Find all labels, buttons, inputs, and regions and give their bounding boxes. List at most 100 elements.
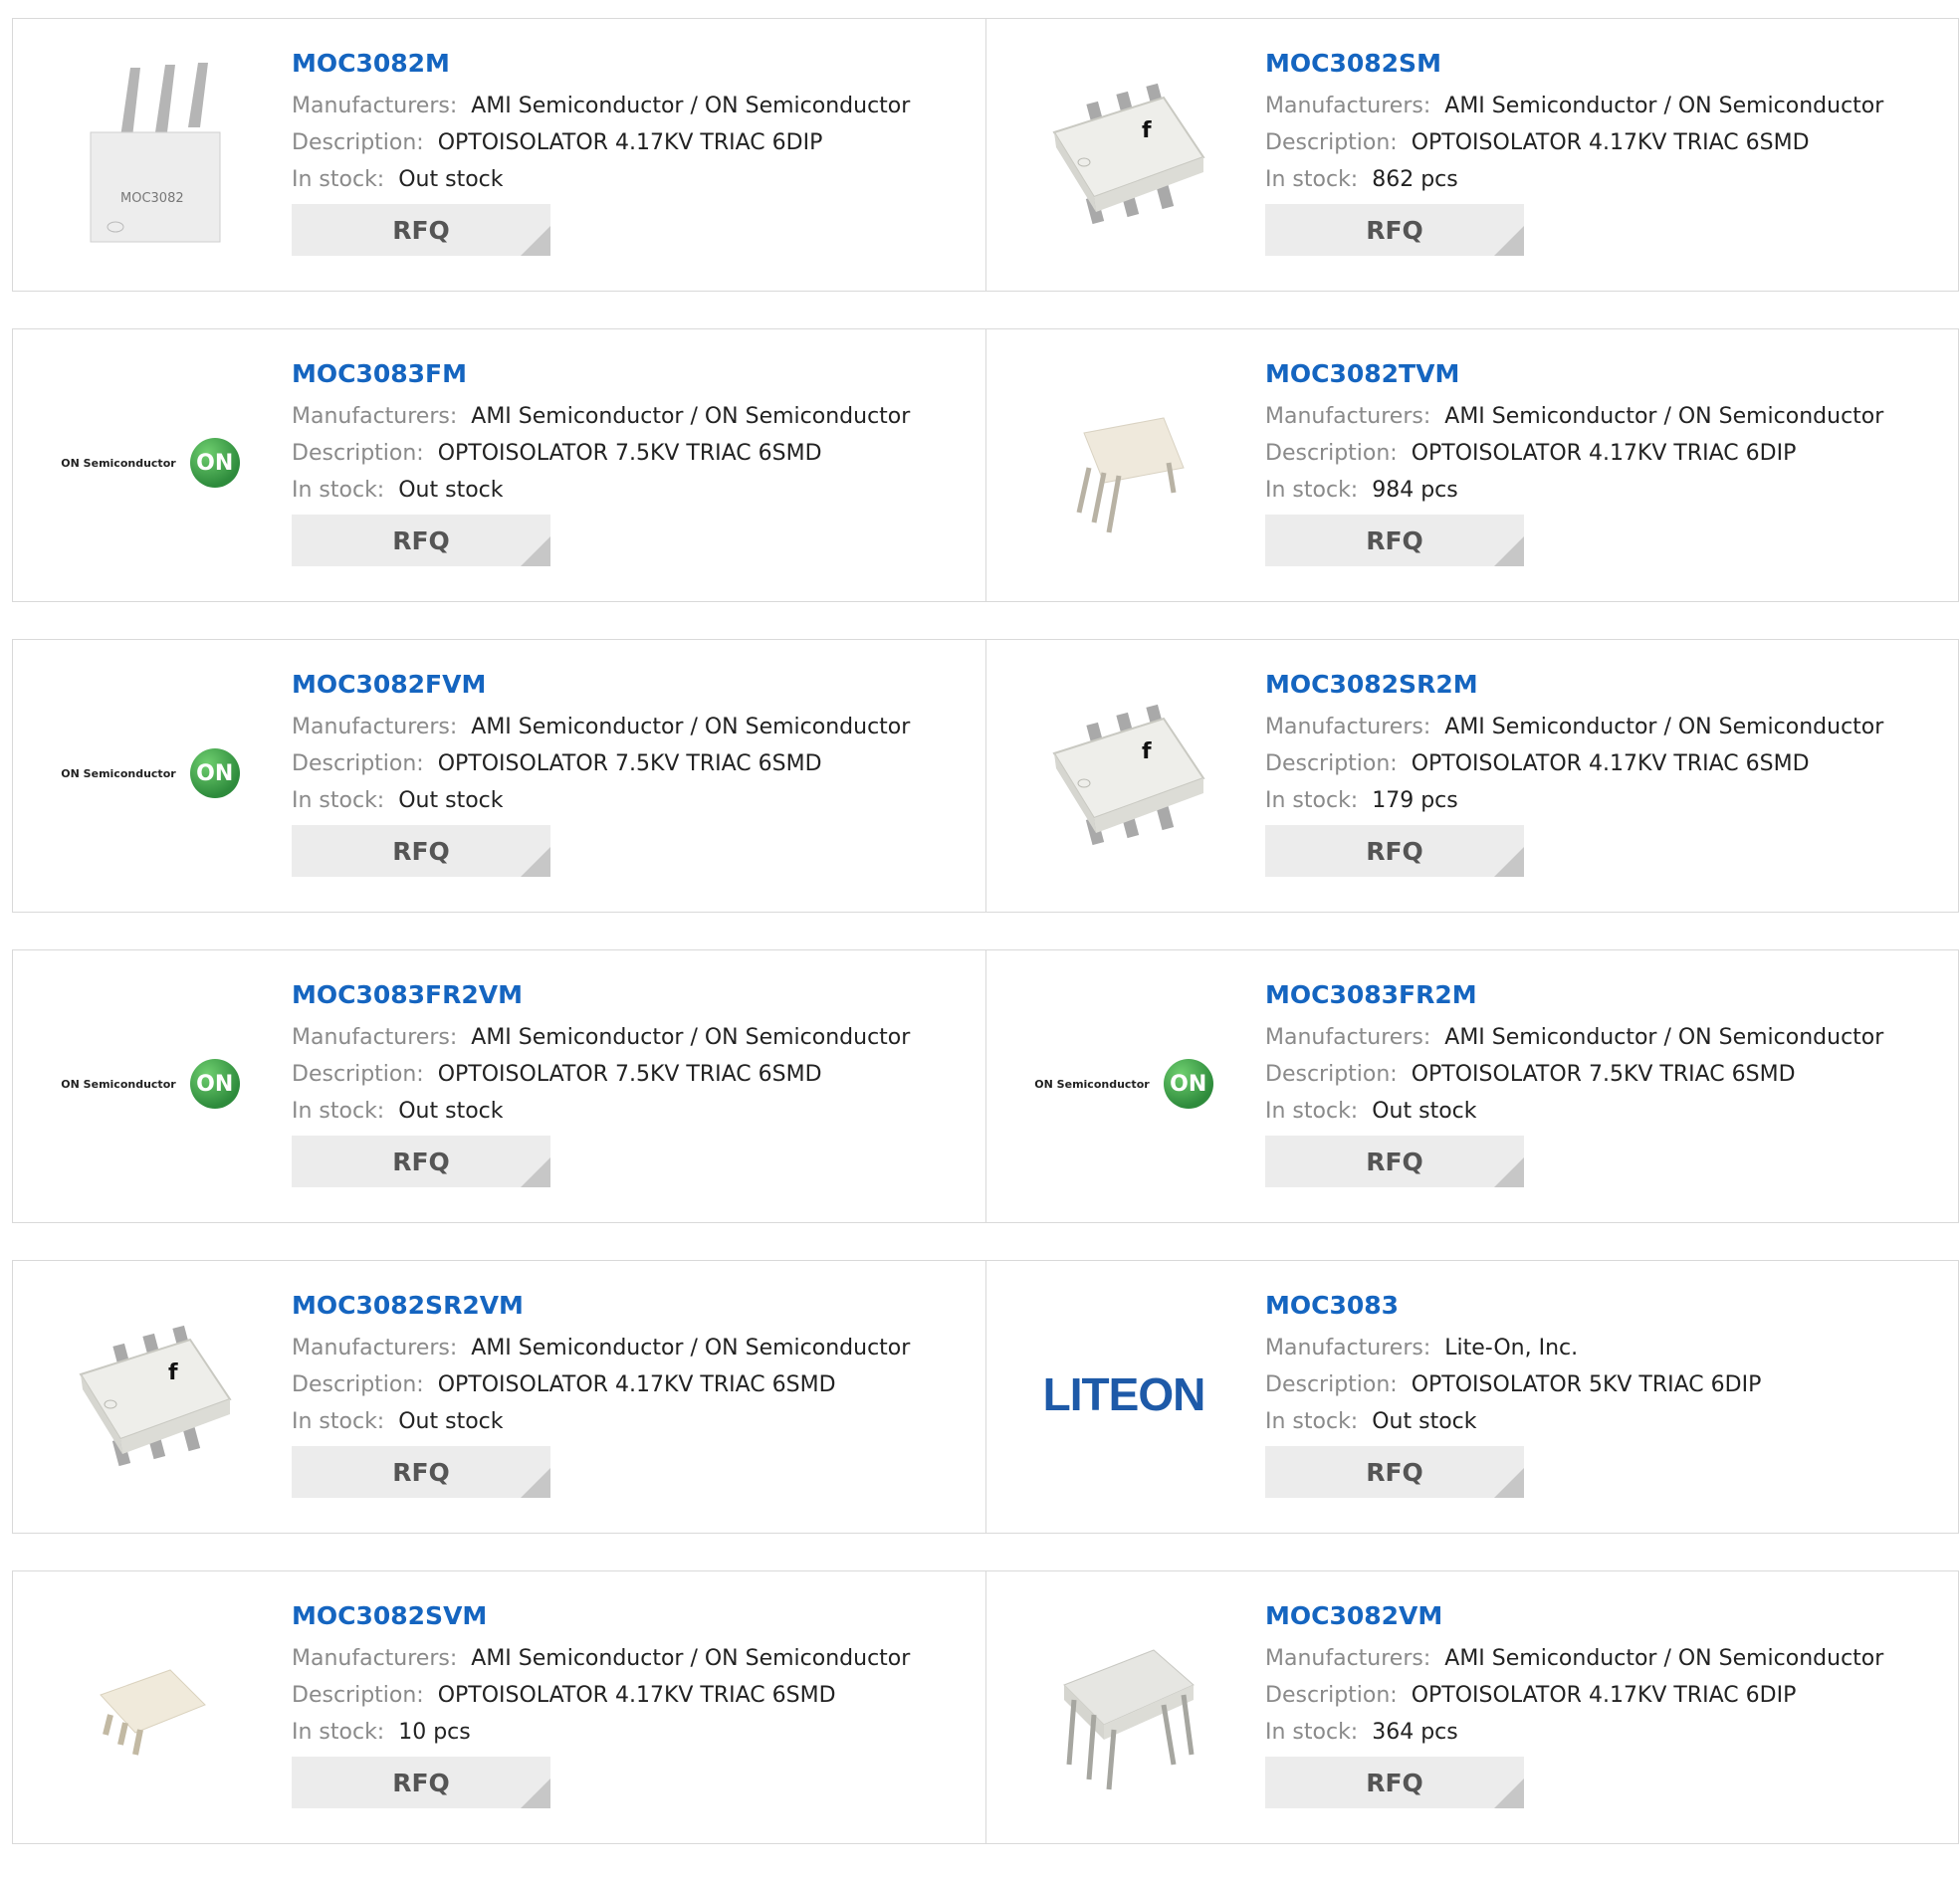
product-info: MOC3083FM Manufacturers: AMI Semiconductor… — [292, 359, 976, 566]
description-line: Description: OPTOISOLATOR 4.17KV TRIAC 6D… — [1265, 1682, 1948, 1719]
product-card: f MOC3082SR2M Manufacturers: AMI Semiconduc… — [985, 640, 1958, 912]
manufacturer-label: Manufacturers: — [292, 1336, 458, 1360]
product-info: MOC3082TVM Manufacturers: AMI Semiconducto… — [1265, 359, 1948, 566]
rfq-button[interactable]: RFQ — [292, 515, 550, 566]
product-title-link[interactable]: MOC3082SR2VM — [292, 1291, 976, 1321]
rfq-label: RFQ — [1366, 215, 1423, 245]
product-row: f MOC3082SR2VM Manufacturers: AMI Semicondu… — [12, 1260, 1959, 1534]
product-title-link[interactable]: MOC3082SR2M — [1265, 670, 1948, 700]
rfq-button[interactable]: RFQ — [292, 1136, 550, 1187]
description-value: OPTOISOLATOR 4.17KV TRIAC 6DIP — [437, 130, 823, 155]
product-info: MOC3083FR2VM Manufacturers: AMI Semiconduc… — [292, 980, 976, 1187]
manufacturer-line: Manufacturers: AMI Semiconductor / ON Sem… — [292, 1645, 976, 1682]
product-grid: MOC3082 MOC3082M Manufacturers: AMI Semicon… — [12, 18, 1959, 1881]
product-title-link[interactable]: MOC3082M — [292, 49, 976, 79]
product-card: MOC3082TVM Manufacturers: AMI Semiconducto… — [985, 329, 1958, 601]
product-image[interactable] — [1024, 363, 1223, 562]
rfq-label: RFQ — [1366, 525, 1423, 555]
description-value: OPTOISOLATOR 4.17KV TRIAC 6DIP — [1411, 441, 1797, 466]
product-title-link[interactable]: MOC3083FR2VM — [292, 980, 976, 1010]
description-value: OPTOISOLATOR 7.5KV TRIAC 6SMD — [1411, 1062, 1796, 1087]
description-line: Description: OPTOISOLATOR 4.17KV TRIAC 6S… — [292, 1371, 976, 1408]
manufacturer-label: Manufacturers: — [292, 1025, 458, 1050]
corner-triangle — [1494, 226, 1524, 256]
product-card: LITEON MOC3083 Manufacturers: Lite-On, Inc.… — [985, 1261, 1958, 1533]
stock-label: In stock: — [1265, 788, 1359, 813]
product-row: MOC3082 MOC3082M Manufacturers: AMI Semicon… — [12, 18, 1959, 292]
stock-value: Out stock — [398, 1099, 504, 1124]
rfq-button[interactable]: RFQ — [1265, 1446, 1524, 1498]
product-card: f MOC3082SM Manufacturers: AMI Semiconducto… — [985, 19, 1958, 291]
product-title-link[interactable]: MOC3082FVM — [292, 670, 976, 700]
on-logo-icon: ON — [1163, 1059, 1213, 1109]
product-image[interactable]: f — [51, 1295, 250, 1494]
product-image[interactable]: LITEON — [1024, 1295, 1223, 1494]
product-image[interactable] — [51, 1605, 250, 1804]
stock-value: Out stock — [398, 478, 504, 503]
liteon-logo: LITEON — [1042, 1368, 1206, 1420]
rfq-button[interactable]: RFQ — [292, 825, 550, 877]
rfq-button[interactable]: RFQ — [1265, 1757, 1524, 1808]
rfq-label: RFQ — [1366, 836, 1423, 866]
stock-value: 862 pcs — [1372, 167, 1458, 192]
stock-label: In stock: — [1265, 1720, 1359, 1745]
svg-text:f: f — [1142, 739, 1152, 764]
stock-label: In stock: — [292, 478, 385, 503]
product-row: ON Semiconductor ON MOC3083FM Manufacturers… — [12, 328, 1959, 602]
product-image[interactable]: ON Semiconductor ON — [1024, 984, 1223, 1183]
description-line: Description: OPTOISOLATOR 4.17KV TRIAC 6D… — [1265, 440, 1948, 477]
manufacturer-value: AMI Semiconductor / ON Semiconductor — [1444, 1025, 1884, 1050]
description-line: Description: OPTOISOLATOR 5KV TRIAC 6DIP — [1265, 1371, 1948, 1408]
svg-text:f: f — [168, 1360, 178, 1385]
rfq-button[interactable]: RFQ — [292, 1757, 550, 1808]
product-title-link[interactable]: MOC3083FR2M — [1265, 980, 1948, 1010]
product-title-link[interactable]: MOC3082TVM — [1265, 359, 1948, 389]
product-image[interactable] — [1024, 1605, 1223, 1804]
manufacturer-line: Manufacturers: AMI Semiconductor / ON Sem… — [1265, 93, 1948, 129]
stock-value: Out stock — [1372, 1409, 1477, 1434]
stock-line: In stock: 179 pcs — [1265, 787, 1948, 824]
stock-label: In stock: — [292, 788, 385, 813]
product-image[interactable]: f — [1024, 53, 1223, 252]
description-label: Description: — [292, 1062, 424, 1087]
product-image[interactable]: f — [1024, 674, 1223, 873]
product-title-link[interactable]: MOC3083 — [1265, 1291, 1948, 1321]
product-image[interactable]: ON Semiconductor ON — [51, 984, 250, 1183]
description-label: Description: — [292, 130, 424, 155]
stock-label: In stock: — [1265, 1099, 1359, 1124]
stock-line: In stock: Out stock — [292, 166, 976, 203]
description-value: OPTOISOLATOR 7.5KV TRIAC 6SMD — [437, 1062, 822, 1087]
rfq-button[interactable]: RFQ — [1265, 825, 1524, 877]
manufacturer-line: Manufacturers: AMI Semiconductor / ON Sem… — [292, 1024, 976, 1061]
stock-line: In stock: Out stock — [292, 1098, 976, 1135]
corner-triangle — [521, 1468, 550, 1498]
rfq-button[interactable]: RFQ — [1265, 515, 1524, 566]
product-title-link[interactable]: MOC3082SM — [1265, 49, 1948, 79]
manufacturer-line: Manufacturers: Lite-On, Inc. — [1265, 1335, 1948, 1371]
stock-line: In stock: 364 pcs — [1265, 1719, 1948, 1756]
stock-label: In stock: — [292, 1099, 385, 1124]
description-value: OPTOISOLATOR 4.17KV TRIAC 6SMD — [437, 1683, 836, 1708]
stock-line: In stock: Out stock — [292, 787, 976, 824]
product-title-link[interactable]: MOC3083FM — [292, 359, 976, 389]
on-logo-icon: ON — [189, 748, 240, 798]
manufacturer-value: AMI Semiconductor / ON Semiconductor — [1444, 94, 1884, 118]
product-title-link[interactable]: MOC3082SVM — [292, 1601, 976, 1631]
rfq-button[interactable]: RFQ — [1265, 1136, 1524, 1187]
on-semi-wordmark: ON Semiconductor — [61, 1077, 176, 1091]
stock-line: In stock: 10 pcs — [292, 1719, 976, 1756]
product-image[interactable]: ON Semiconductor ON — [51, 674, 250, 873]
rfq-button[interactable]: RFQ — [292, 1446, 550, 1498]
manufacturer-line: Manufacturers: AMI Semiconductor / ON Sem… — [292, 714, 976, 750]
stock-value: Out stock — [398, 167, 504, 192]
stock-value: 179 pcs — [1372, 788, 1458, 813]
rfq-button[interactable]: RFQ — [292, 204, 550, 256]
rfq-button[interactable]: RFQ — [1265, 204, 1524, 256]
product-card: MOC3082VM Manufacturers: AMI Semiconductor… — [985, 1571, 1958, 1843]
manufacturer-value: AMI Semiconductor / ON Semiconductor — [471, 1646, 911, 1671]
product-title-link[interactable]: MOC3082VM — [1265, 1601, 1948, 1631]
product-image[interactable]: ON Semiconductor ON — [51, 363, 250, 562]
rfq-label: RFQ — [392, 525, 450, 555]
product-image[interactable]: MOC3082 — [51, 53, 250, 252]
description-value: OPTOISOLATOR 4.17KV TRIAC 6SMD — [437, 1372, 836, 1397]
